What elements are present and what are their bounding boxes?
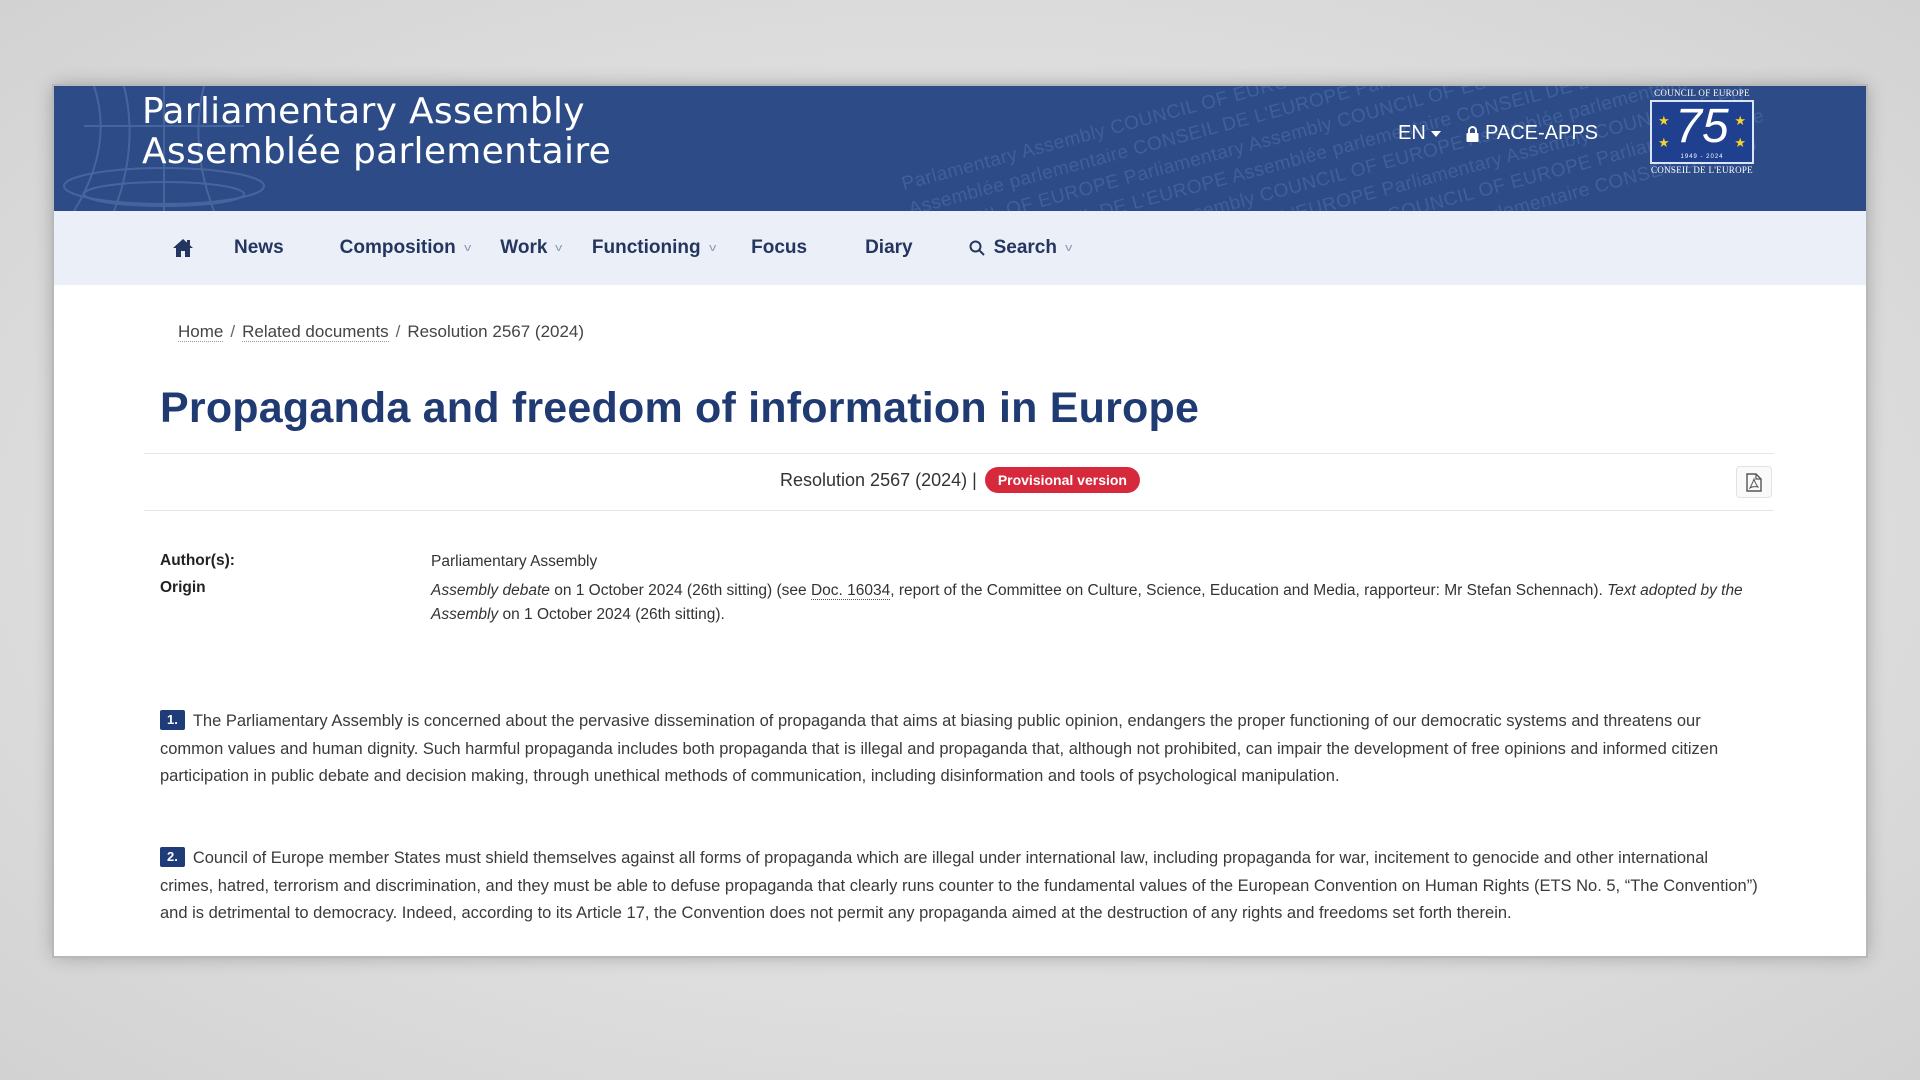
- coe-75-logo: COUNCIL OF EUROPE ★ ★ ★ ★ 75 1949 - 2024…: [1647, 88, 1757, 180]
- logo-bottom-text: CONSEIL DE L'EUROPE: [1651, 165, 1753, 175]
- paragraph-number: 1.: [160, 710, 185, 730]
- pace-apps-link[interactable]: PACE-APPS: [1466, 122, 1598, 145]
- nav-diary[interactable]: Diary: [865, 237, 913, 259]
- divider: [144, 453, 1774, 454]
- caret-down-icon: [1430, 130, 1441, 137]
- paragraph-text: The Parliamentary Assembly is concerned …: [160, 712, 1719, 785]
- nav-search[interactable]: Search v: [969, 237, 1072, 259]
- main-nav: News Composition v Work v Functioning v …: [54, 211, 1866, 285]
- language-selector[interactable]: EN: [1398, 122, 1441, 145]
- breadcrumb-current: Resolution 2567 (2024): [407, 322, 585, 341]
- breadcrumb: Home / Related documents / Resolution 2567 (…: [178, 322, 584, 342]
- doc-link[interactable]: Doc. 16034: [810, 582, 891, 600]
- brand-english: Parliamentary Assembly: [142, 91, 585, 132]
- nav-focus-label: Focus: [751, 237, 808, 258]
- resolution-paragraph: 1. The Parliamentary Assembly is concerne…: [160, 708, 1760, 791]
- status-badge: Provisional version: [984, 467, 1140, 493]
- pace-apps-label: PACE-APPS: [1485, 122, 1598, 144]
- nav-news[interactable]: News: [234, 237, 284, 259]
- download-pdf-button[interactable]: [1736, 466, 1772, 498]
- nav-functioning-label: Functioning: [591, 237, 701, 258]
- nav-search-label: Search: [993, 237, 1057, 258]
- chevron-down-icon: v: [555, 242, 563, 254]
- page-title: Propaganda and freedom of information in…: [160, 384, 1200, 432]
- breadcrumb-separator: /: [230, 322, 236, 341]
- meta-author-row: Author(s): Parliamentary Assembly: [160, 552, 1760, 572]
- lock-icon: [1466, 125, 1479, 142]
- nav-focus[interactable]: Focus: [751, 237, 807, 259]
- breadcrumb-related-documents[interactable]: Related documents: [242, 322, 389, 342]
- search-icon: [969, 240, 985, 256]
- pdf-file-icon: [1746, 472, 1762, 492]
- browser-page: Parlamentary Assembly COUNCIL OF EUROPE …: [52, 84, 1868, 958]
- resolution-reference: Resolution 2567 (2024) |: [780, 469, 977, 490]
- nav-composition[interactable]: Composition v: [340, 237, 471, 259]
- origin-text: on 1 October 2024 (26th sitting).: [498, 606, 725, 623]
- paragraph-text: Council of Europe member States must shi…: [160, 849, 1758, 922]
- nav-work-label: Work: [500, 237, 548, 258]
- resolution-paragraph: 2. Council of Europe member States must s…: [160, 845, 1760, 928]
- site-header: Parlamentary Assembly COUNCIL OF EUROPE …: [54, 86, 1866, 211]
- nav-news-label: News: [234, 237, 284, 258]
- chevron-down-icon: v: [708, 242, 716, 254]
- site-brand[interactable]: Parliamentary Assembly Assemblée parleme…: [142, 92, 611, 172]
- author-value: Parliamentary Assembly: [431, 553, 598, 570]
- meta-origin-row: Origin Assembly debate on 1 October 2024…: [160, 579, 1760, 627]
- origin-value: Assembly debate on 1 October 2024 (26th …: [431, 579, 1760, 627]
- nav-work[interactable]: Work v: [500, 237, 562, 259]
- paragraph-number: 2.: [160, 847, 185, 867]
- origin-text: , report of the Committee on Culture, Sc…: [890, 582, 1608, 599]
- chevron-down-icon: v: [1065, 242, 1073, 254]
- language-label: EN: [1398, 122, 1426, 144]
- logo-years: 1949 - 2024: [1680, 154, 1724, 160]
- home-icon: [173, 239, 193, 257]
- logo-number: 75: [1675, 100, 1729, 153]
- nav-diary-label: Diary: [865, 237, 913, 258]
- nav-composition-label: Composition: [339, 237, 456, 258]
- brand-french: Assemblée parlementaire: [142, 131, 612, 172]
- nav-home[interactable]: [172, 238, 194, 258]
- author-label: Author(s):: [160, 552, 235, 569]
- origin-debate: Assembly debate: [431, 582, 550, 599]
- document-metadata: Author(s): Parliamentary Assembly Origin…: [160, 552, 1760, 634]
- divider: [144, 510, 1774, 511]
- origin-label: Origin: [160, 579, 206, 596]
- breadcrumb-separator: /: [395, 322, 401, 341]
- nav-functioning[interactable]: Functioning v: [591, 237, 716, 259]
- origin-text: on 1 October 2024 (26th sitting) (see: [549, 582, 811, 599]
- breadcrumb-home[interactable]: Home: [178, 322, 224, 342]
- logo-box: ★ ★ ★ ★ 75 1949 - 2024: [1650, 100, 1754, 164]
- chevron-down-icon: v: [463, 242, 472, 254]
- resolution-line: Resolution 2567 (2024) | Provisional ver…: [54, 467, 1866, 493]
- logo-top-text: COUNCIL OF EUROPE: [1654, 88, 1750, 98]
